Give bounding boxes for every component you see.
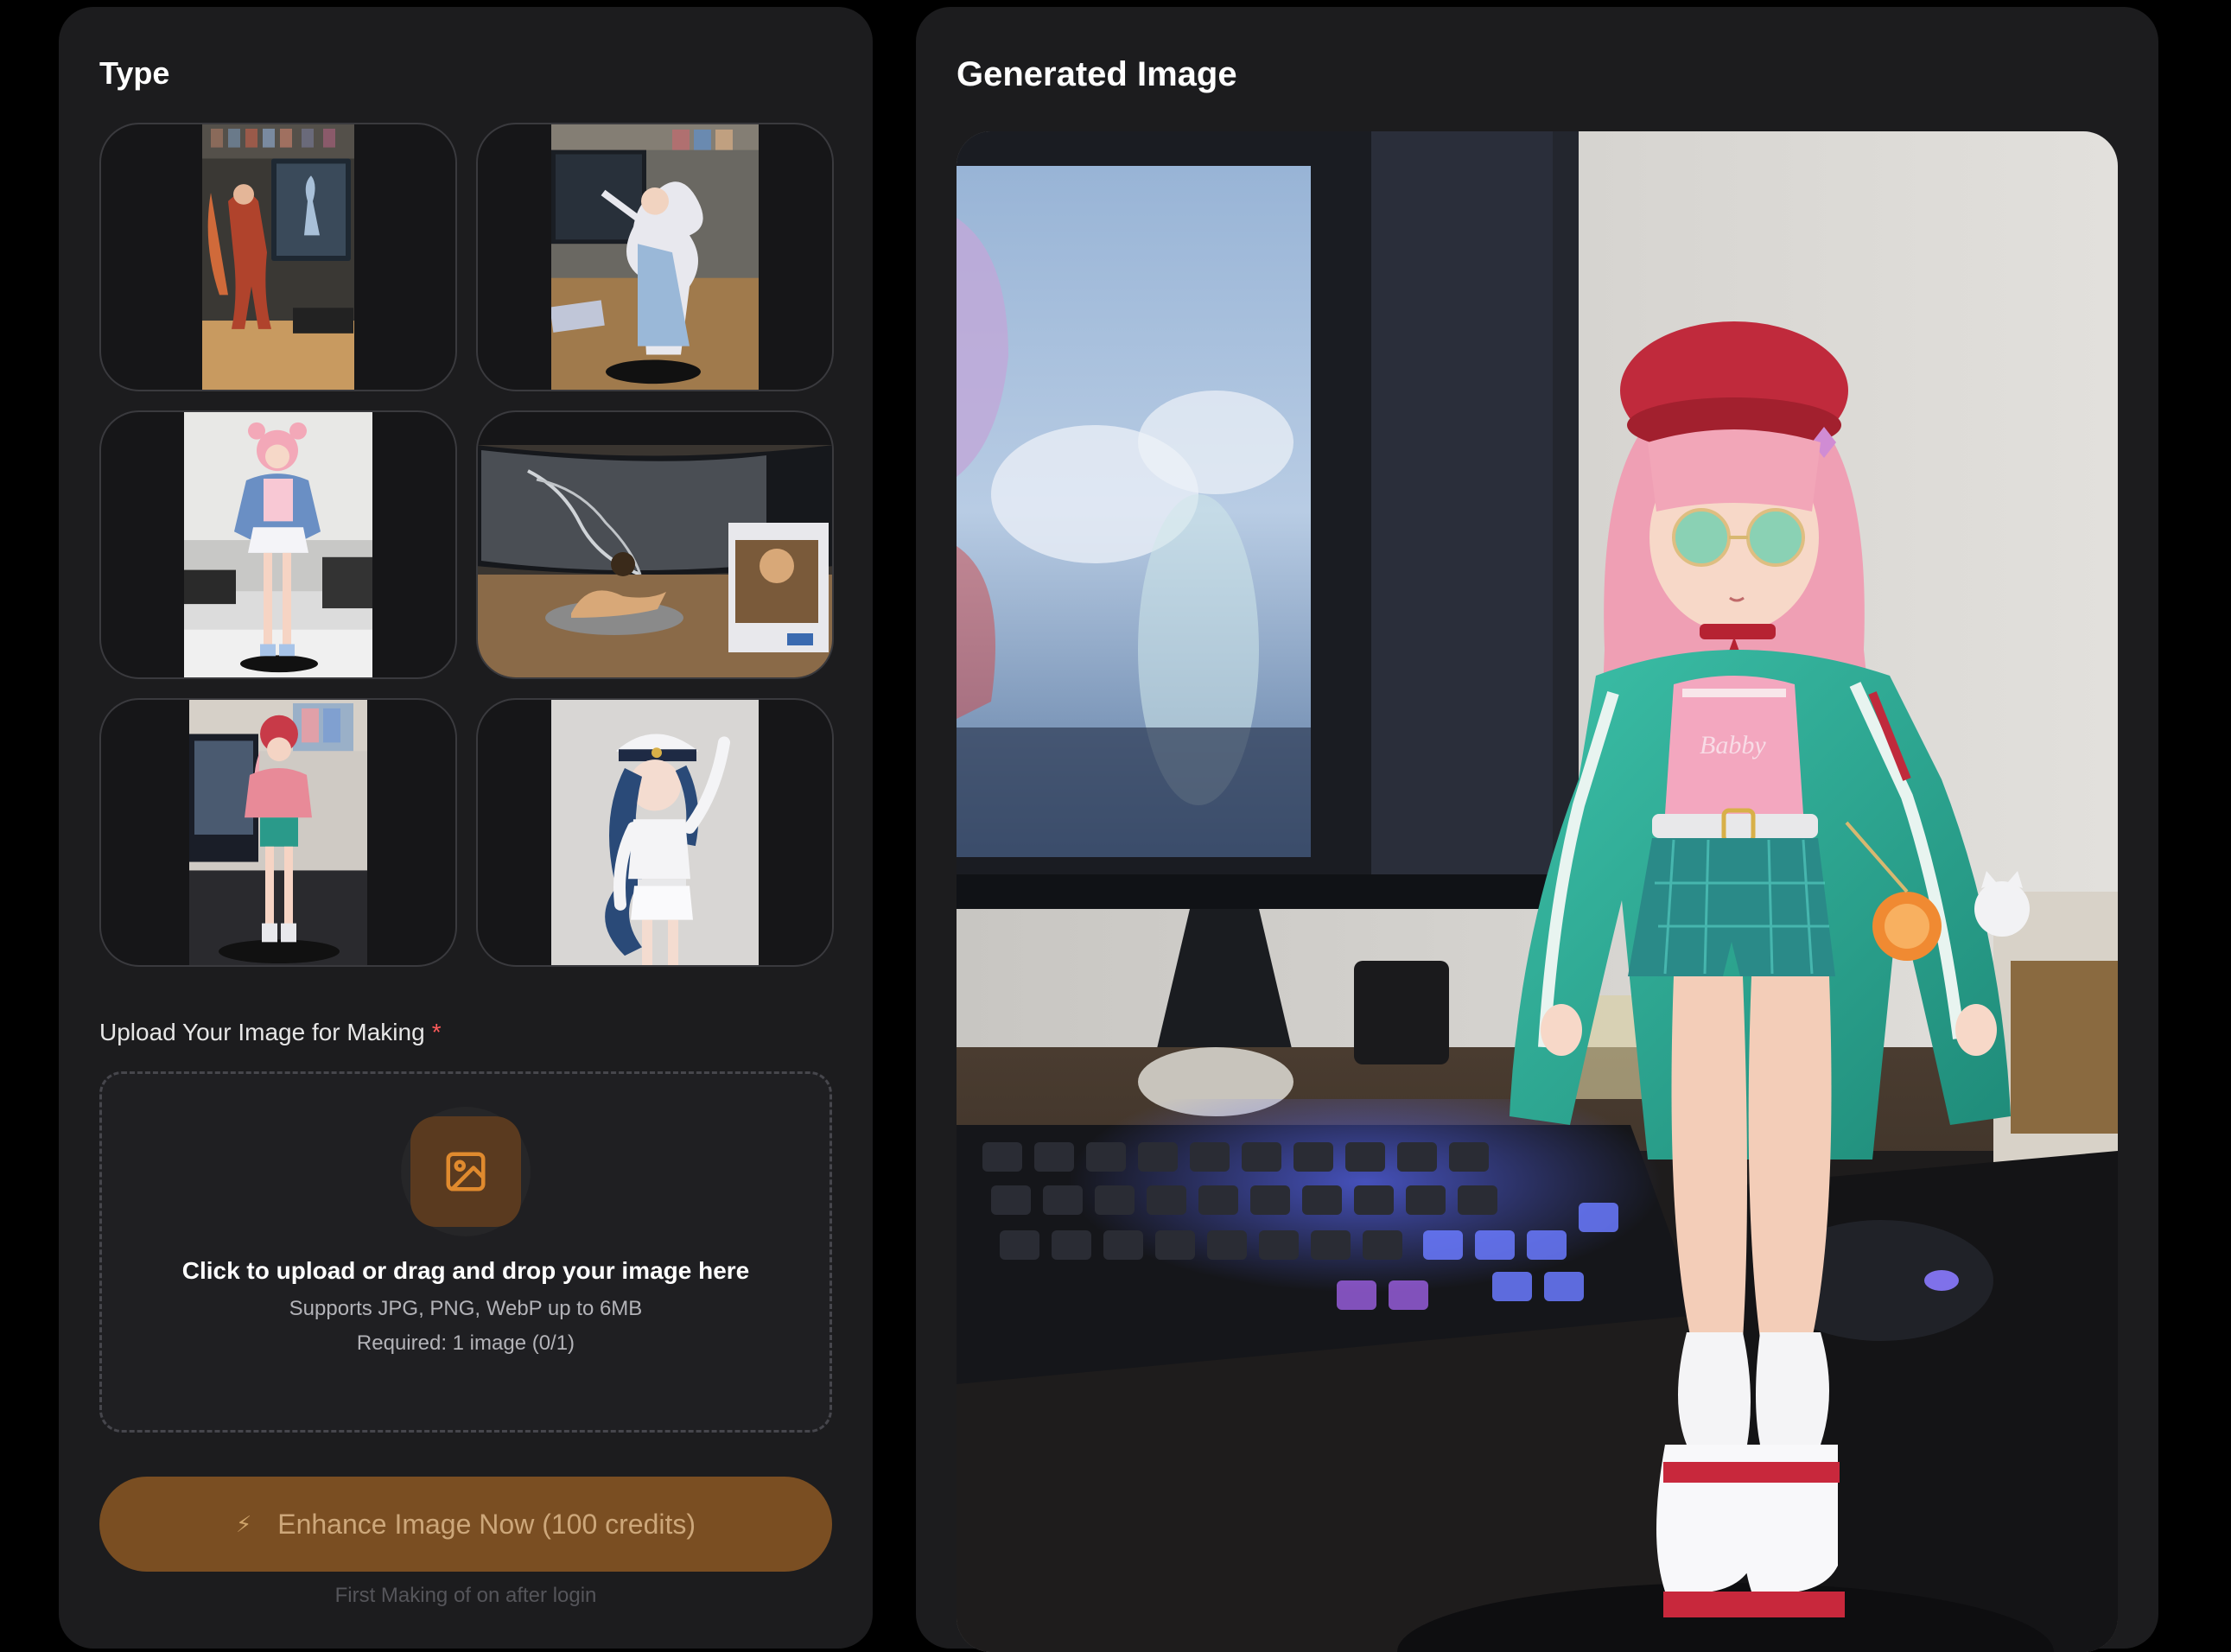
upload-dropzone[interactable]: Click to upload or drag and drop your im… <box>99 1071 832 1433</box>
type-option-6[interactable] <box>476 698 834 967</box>
type-panel: Type Upload Your Image for Making * Clic… <box>59 7 873 1649</box>
svg-text:Babby: Babby <box>1700 731 1766 759</box>
upload-label-text: Upload Your Image for Making <box>99 1019 425 1045</box>
type-option-5[interactable] <box>99 698 457 967</box>
lightning-icon: ⚡ <box>235 1510 252 1537</box>
footnote: First Making of on after login <box>334 1584 597 1607</box>
enhance-button[interactable]: ⚡ Enhance Image Now (100 credits) <box>99 1477 832 1572</box>
required-marker: * <box>431 1019 442 1045</box>
result-title: Generated Image <box>957 55 1237 93</box>
upload-icon-ring <box>401 1107 531 1236</box>
type-option-1[interactable] <box>99 123 457 391</box>
enhance-button-label: Enhance Image Now (100 credits) <box>277 1508 696 1540</box>
type-thumbnail <box>551 124 759 390</box>
generated-image: Babby <box>957 131 2118 1652</box>
type-thumbnail <box>189 700 367 965</box>
dropzone-formats: Supports JPG, PNG, WebP up to 6MB <box>289 1297 643 1320</box>
type-thumbnail <box>478 445 832 677</box>
result-panel: Generated Image Babby <box>916 7 2158 1652</box>
type-thumbnail <box>551 700 759 965</box>
type-thumbnail <box>202 124 354 390</box>
upload-icon-box <box>410 1116 521 1227</box>
dropzone-requirement: Required: 1 image (0/1) <box>356 1331 575 1355</box>
type-option-2[interactable] <box>476 123 834 391</box>
upload-label: Upload Your Image for Making * <box>99 1019 442 1046</box>
dropzone-title: Click to upload or drag and drop your im… <box>181 1257 750 1284</box>
type-option-4[interactable] <box>476 410 834 679</box>
type-thumbnail <box>184 412 372 677</box>
image-icon <box>446 1152 486 1191</box>
type-title: Type <box>99 55 170 91</box>
type-grid <box>99 123 834 967</box>
type-option-3[interactable] <box>99 410 457 679</box>
